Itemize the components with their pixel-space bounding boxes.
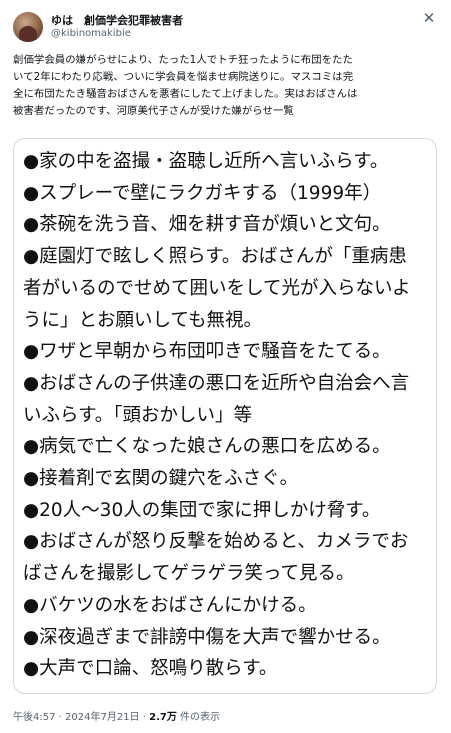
tweet-text-line: 創価学会員の嫌がらせにより、たった1人でトチ狂ったように布団をたた	[13, 54, 353, 66]
views-label: 件の表示	[176, 712, 221, 723]
post-date[interactable]: 2024年7月21日	[65, 712, 140, 723]
list-item: ●深夜過ぎまで誹謗中傷を大声で響かせる。	[23, 626, 391, 648]
avatar[interactable]	[13, 12, 43, 42]
list-item: ばさんを撮影してゲラゲラ笑って見る。	[23, 563, 355, 585]
list-item: ●おばさんが怒り反撃を始めると、カメラでお	[23, 531, 409, 553]
author-display-name[interactable]: ゆは 創価学会犯罪被害者	[51, 12, 183, 28]
views-count[interactable]: 2.7万	[149, 712, 177, 723]
list-item: ●家の中を盗撮・盗聴し近所へ言いふらす。	[23, 151, 389, 172]
list-item: ●茶碗を洗う音、畑を耕す音が煩いと文句。	[23, 214, 391, 236]
tweet-text-line: 被害者だったのです、河原美代子さんが受けた嫌がらせ一覧	[13, 105, 294, 117]
list-item: ●スプレーで壁にラクガキする（1999年）	[23, 182, 382, 204]
list-item: ●病気で亡くなった娘さんの悪口を広める。	[23, 436, 391, 458]
list-item: ●おばさんの子供達の悪口を近所や自治会へ言	[23, 372, 410, 394]
tweet: ゆは 創価学会犯罪被害者 @kibinomakibie ✕ 創価学会員の嫌がらせ…	[0, 0, 451, 733]
list-item: いふらす。「頭おかしい」等	[23, 404, 253, 426]
tweet-text-line: いて2年にわたり応戦、ついに学会員を悩ませ病院送りに。マスコミは完	[13, 71, 354, 83]
tweet-meta: 午後4:57 · 2024年7月21日 · 2.7万 件の表示	[13, 708, 220, 723]
meta-separator: ·	[55, 712, 66, 723]
post-time[interactable]: 午後4:57	[13, 712, 55, 723]
list-item: ●大声で口論、怒鳴り散らす。	[23, 658, 278, 680]
tweet-text: 創価学会員の嫌がらせにより、たった1人でトチ狂ったように布団をたた いて2年にわ…	[13, 52, 439, 120]
list-item: ●庭園灯で眩しく照らす。おばさんが「重病患	[23, 246, 407, 268]
list-item: ●接着剤で玄関の鍵穴をふさぐ。	[23, 468, 299, 490]
list-item: 者がいるのでせめて囲いをして光が入らないよ	[23, 277, 411, 299]
author-handle[interactable]: @kibinomakibie	[51, 28, 131, 39]
list-item: ●バケツの水をおばさんにかける。	[23, 594, 317, 616]
list-item: ●ワザと早朝から布団叩きで騒音をたてる。	[23, 341, 391, 363]
harassment-list: ●家の中を盗撮・盗聴し近所へ言いふらす。 ●スプレーで壁にラクガキする（1999…	[14, 139, 436, 685]
close-icon[interactable]: ✕	[419, 8, 439, 28]
tweet-text-line: 全に布団たたき騒音おばさんを悪者にしたて上げました。実はおばさんは	[13, 88, 358, 100]
meta-separator: ·	[139, 712, 150, 723]
list-item: ●20人〜30人の集団で家に押しかけ脅す。	[23, 499, 381, 521]
list-item: うに」とお願いしても無視。	[23, 309, 263, 331]
attached-image[interactable]: ●家の中を盗撮・盗聴し近所へ言いふらす。 ●スプレーで壁にラクガキする（1999…	[13, 138, 437, 694]
